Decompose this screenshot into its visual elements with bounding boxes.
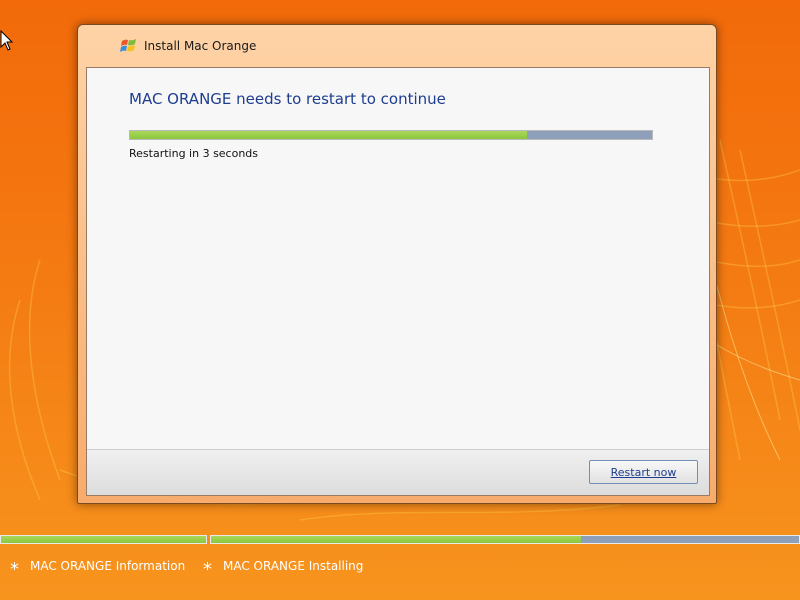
title-bar: Install Mac Orange <box>78 25 716 65</box>
page-heading: MAC ORANGE needs to restart to continue <box>129 90 446 108</box>
restart-now-button[interactable]: Restart now <box>589 460 698 484</box>
restart-progress-fill <box>130 131 527 139</box>
step-label: MAC ORANGE Installing <box>223 559 364 573</box>
setup-step-progress-2 <box>210 535 800 544</box>
window-title: Install Mac Orange <box>144 39 257 53</box>
asterisk-icon: * <box>10 559 19 580</box>
installer-window: Install Mac Orange MAC ORANGE needs to r… <box>77 24 717 504</box>
restart-status-text: Restarting in 3 seconds <box>129 147 259 160</box>
setup-step-installing: * MAC ORANGE Installing <box>203 559 363 580</box>
restart-progress-bar <box>129 130 653 140</box>
button-footer: Restart now <box>87 449 709 495</box>
mouse-cursor-icon <box>0 30 14 51</box>
setup-step-progress-fill-1 <box>1 536 206 543</box>
setup-step-information: * MAC ORANGE Information <box>10 559 185 580</box>
setup-step-progress-1 <box>0 535 207 544</box>
setup-step-progress-fill-2 <box>211 536 582 543</box>
windows-logo-icon <box>120 39 136 52</box>
step-label: MAC ORANGE Information <box>30 559 186 573</box>
asterisk-icon: * <box>203 559 212 580</box>
window-content: MAC ORANGE needs to restart to continue … <box>86 67 710 496</box>
